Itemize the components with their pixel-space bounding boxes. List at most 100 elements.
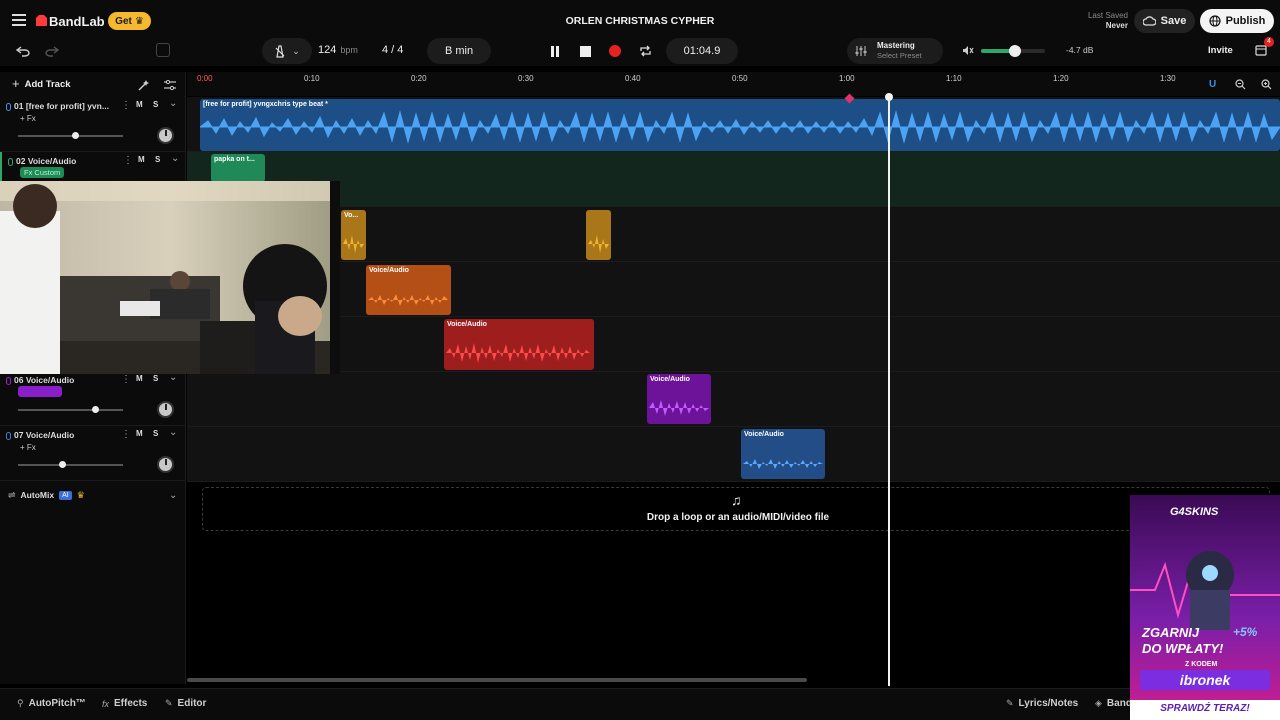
chevron-down-icon[interactable]: ⌄: [171, 153, 179, 164]
key-value: B min: [444, 45, 474, 57]
audio-clip[interactable]: [free for profit] yvngxchris type beat *: [200, 99, 1280, 151]
metronome-control[interactable]: ⌄: [262, 38, 312, 64]
mute-button[interactable]: M: [136, 100, 143, 109]
ad-code-box: ibronek: [1140, 670, 1270, 690]
track-volume-handle[interactable]: [72, 132, 79, 139]
track-menu-icon[interactable]: ⋮: [121, 100, 131, 111]
track-volume-slider[interactable]: [18, 135, 123, 137]
track-lane[interactable]: [187, 152, 1280, 207]
add-fx-button[interactable]: + Fx: [20, 443, 36, 452]
mute-button[interactable]: M: [136, 429, 143, 438]
magnet-icon[interactable]: U: [1209, 79, 1216, 90]
audio-clip[interactable]: Vo...: [341, 210, 366, 260]
automix-icon: ⇌: [8, 489, 16, 500]
loop-button[interactable]: [634, 40, 656, 62]
brand-name[interactable]: BandLab: [49, 14, 105, 29]
ad-cta[interactable]: SPRAWDŹ TERAZ!: [1140, 703, 1270, 714]
pan-knob[interactable]: [157, 401, 174, 418]
track-name[interactable]: 06 Voice/Audio: [14, 375, 74, 385]
track-header[interactable]: 06 Voice/Audio Fx Custom ⋮ M S ⌄: [0, 371, 186, 426]
zoom-in-icon[interactable]: [1261, 79, 1272, 90]
project-title[interactable]: ORLEN CHRISTMAS CYPHER: [540, 15, 740, 27]
automix-label: AutoMix: [20, 490, 55, 500]
track-menu-icon[interactable]: ⋮: [123, 155, 133, 166]
get-label: Get: [115, 15, 132, 27]
solo-button[interactable]: S: [153, 429, 158, 438]
track-volume-handle[interactable]: [92, 406, 99, 413]
solo-button[interactable]: S: [155, 155, 160, 164]
track-header[interactable]: 01 [free for profit] yvn... + Fx ⋮ M S ⌄: [0, 97, 186, 152]
timeline-ruler[interactable]: 0:00 0:10 0:20 0:30 0:40 0:50 1:00 1:10 …: [187, 72, 1280, 96]
record-button[interactable]: [604, 40, 626, 62]
track-name[interactable]: 02 Voice/Audio: [16, 156, 76, 166]
audio-clip[interactable]: Voice/Audio: [366, 265, 451, 315]
cloud-upload-icon: [1142, 16, 1156, 26]
track-lane[interactable]: [187, 372, 1280, 427]
audio-clip[interactable]: Voice/Audio: [741, 429, 825, 479]
record-panel-icon[interactable]: [156, 43, 170, 57]
save-button[interactable]: Save: [1134, 9, 1195, 33]
track-lane[interactable]: [187, 262, 1280, 317]
tempo-control[interactable]: 124 bpm: [318, 44, 358, 56]
audio-clip[interactable]: papka on t...: [211, 154, 265, 182]
redo-icon[interactable]: [44, 44, 60, 58]
undo-icon[interactable]: [15, 44, 31, 58]
stop-button[interactable]: [574, 40, 596, 62]
pan-knob[interactable]: [157, 127, 174, 144]
track-volume-slider[interactable]: [18, 464, 123, 466]
track-lane[interactable]: [187, 427, 1280, 482]
key-selector[interactable]: B min: [427, 38, 491, 64]
track-name[interactable]: 01 [free for profit] yvn...: [14, 101, 109, 111]
lyrics-notes-button[interactable]: ✎ Lyrics/Notes: [1006, 698, 1078, 709]
zoom-out-icon[interactable]: [1235, 79, 1246, 90]
chevron-down-icon[interactable]: ⌄: [169, 490, 177, 501]
playhead[interactable]: [888, 96, 890, 686]
track-header[interactable]: 07 Voice/Audio + Fx ⋮ M S ⌄: [0, 426, 186, 481]
track-menu-icon[interactable]: ⋮: [121, 374, 131, 385]
editor-button[interactable]: ✎ Editor: [165, 698, 206, 709]
fx-custom-chip[interactable]: Fx Custom: [20, 167, 65, 178]
add-fx-button[interactable]: + Fx: [20, 114, 36, 123]
publish-button[interactable]: Publish: [1200, 9, 1274, 33]
mute-button[interactable]: M: [136, 374, 143, 383]
audio-clip[interactable]: Voice/Audio: [444, 319, 594, 370]
stop-icon: [579, 45, 591, 57]
speaker-mute-icon[interactable]: [962, 45, 974, 56]
invite-button[interactable]: Invite: [1208, 45, 1233, 56]
solo-button[interactable]: S: [153, 100, 158, 109]
loop-icon: [639, 45, 652, 57]
playhead-marker[interactable]: [885, 93, 893, 101]
master-volume-slider[interactable]: [981, 45, 1045, 57]
horizontal-scrollbar[interactable]: [187, 678, 807, 682]
fx-custom-chip[interactable]: Fx Custom: [18, 386, 63, 397]
time-signature[interactable]: 4 / 4: [382, 44, 403, 56]
add-track-button[interactable]: + Add Track: [12, 77, 71, 90]
audio-clip[interactable]: Voice/Audio: [647, 374, 711, 424]
pan-knob[interactable]: [157, 456, 174, 473]
track-settings-icon[interactable]: [164, 80, 176, 91]
wand-icon[interactable]: [138, 80, 149, 91]
solo-button[interactable]: S: [153, 374, 158, 383]
mastering-button[interactable]: Mastering Select Preset: [847, 38, 943, 64]
track-lane[interactable]: [187, 317, 1280, 372]
chevron-down-icon[interactable]: ⌄: [169, 98, 177, 109]
track-menu-icon[interactable]: ⋮: [121, 429, 131, 440]
get-membership-button[interactable]: Get ♛: [108, 12, 151, 30]
autopitch-button[interactable]: ⚲ AutoPitch™: [17, 698, 86, 709]
track-volume-slider[interactable]: [18, 409, 123, 411]
pause-button[interactable]: [544, 40, 566, 62]
tracks-area[interactable]: [free for profit] yvngxchris type beat *…: [187, 97, 1280, 482]
bandlab-logo-icon[interactable]: [34, 13, 48, 27]
drop-zone[interactable]: ♫ Drop a loop or an audio/MIDI/video fil…: [202, 487, 1270, 531]
track-volume-handle[interactable]: [59, 461, 66, 468]
audio-clip[interactable]: [586, 210, 611, 260]
advertisement-banner[interactable]: G4SKINS ZGARNIJ +5% DO WPŁATY! Z KODEM i…: [1130, 495, 1280, 720]
volume-handle[interactable]: [1009, 45, 1021, 57]
menu-icon[interactable]: [11, 13, 27, 27]
track-name[interactable]: 07 Voice/Audio: [14, 430, 74, 440]
band-button[interactable]: ◈ Band: [1095, 698, 1132, 709]
automix-row[interactable]: ⇌ AutoMix AI ♛ ⌄: [0, 484, 186, 506]
chevron-down-icon[interactable]: ⌄: [169, 427, 177, 438]
mute-button[interactable]: M: [138, 155, 145, 164]
effects-button[interactable]: fx Effects: [102, 698, 147, 709]
